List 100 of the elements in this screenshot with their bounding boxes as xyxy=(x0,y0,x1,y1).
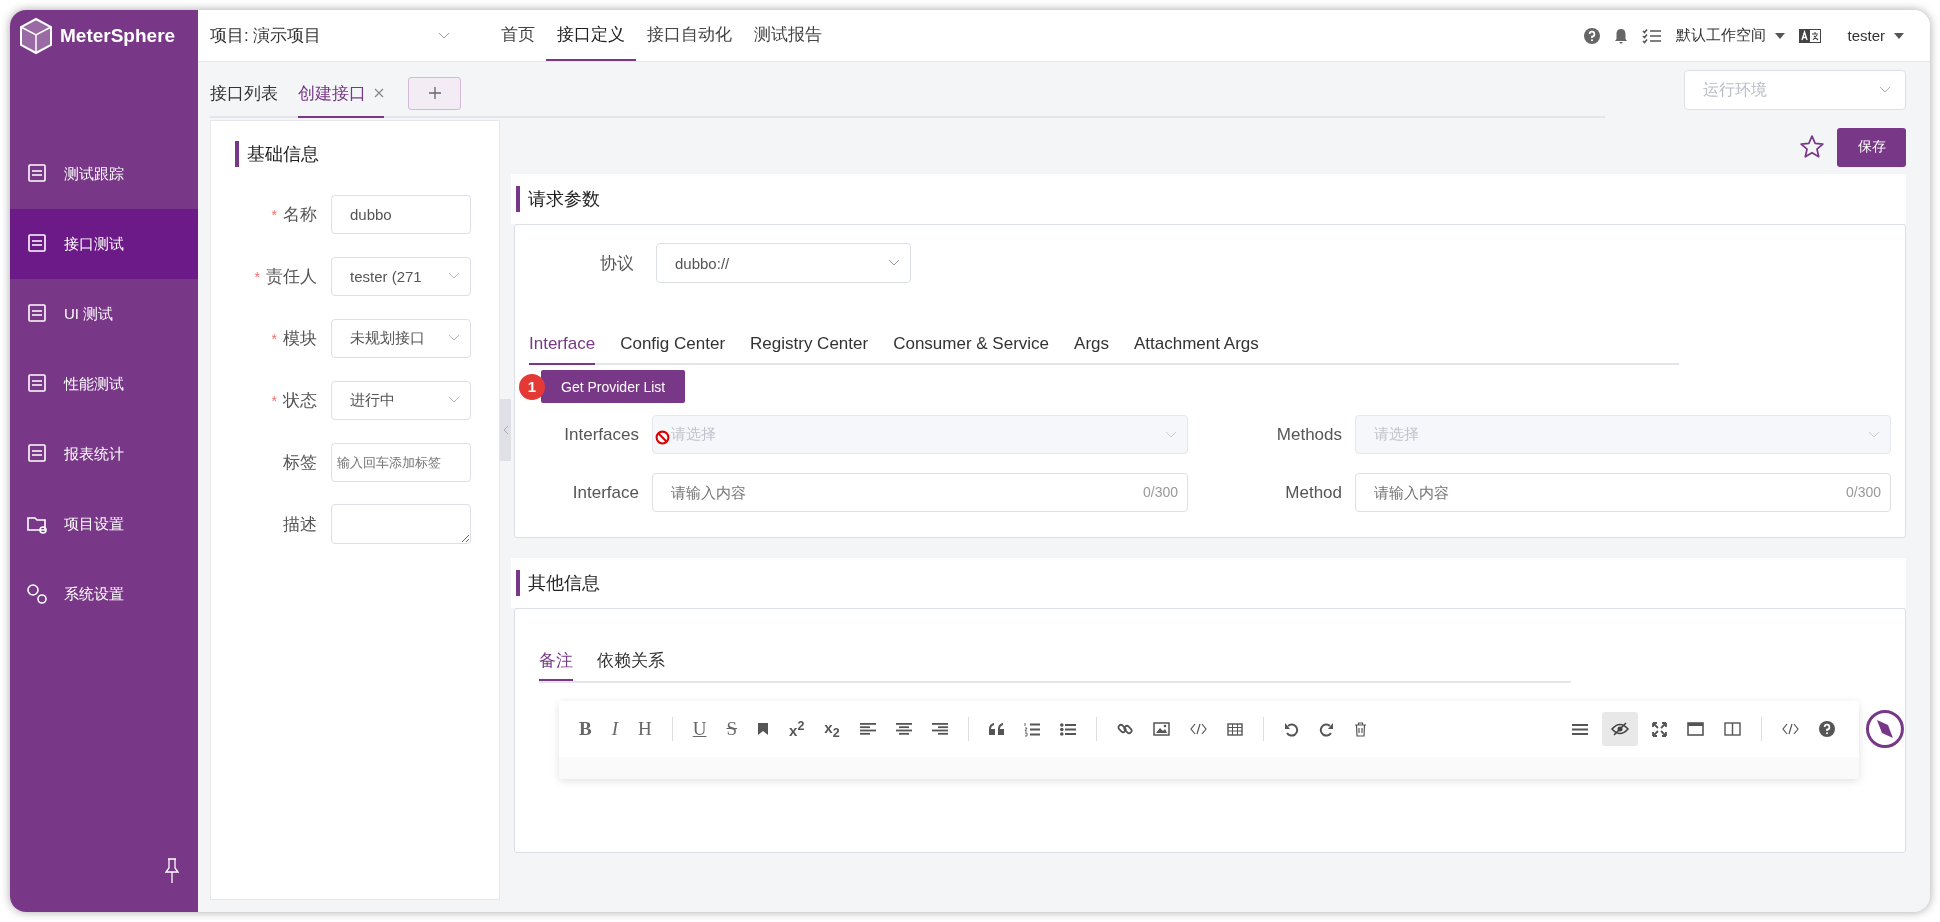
step-badge: 1 xyxy=(519,373,545,400)
chevron-down-icon xyxy=(1868,430,1880,439)
page-tab[interactable]: 接口列表 xyxy=(210,70,278,118)
character-count: 0/300 xyxy=(1845,484,1881,500)
sidebar-item[interactable]: 性能测试 xyxy=(10,349,198,419)
chevron-down-icon xyxy=(448,396,460,404)
not-allowed-icon xyxy=(655,430,670,445)
sidebar-item[interactable]: 系统设置 xyxy=(10,559,198,629)
close-icon[interactable] xyxy=(374,88,384,98)
chevron-down-icon xyxy=(888,259,900,267)
markdown-editor[interactable]: B I H U S x$^{2}$ x$_{2}$ xyxy=(559,701,1860,779)
get-provider-button[interactable]: Get Provider List xyxy=(541,370,686,403)
field-label: * 责任人 xyxy=(253,265,317,288)
field-label: Method xyxy=(1284,482,1342,503)
align-center-icon[interactable] xyxy=(895,722,912,736)
link-icon[interactable] xyxy=(1116,721,1133,737)
redo-icon[interactable] xyxy=(1318,721,1334,737)
field-label: 协议 xyxy=(600,252,634,275)
italic-tool[interactable]: I xyxy=(611,718,618,740)
bold-tool[interactable]: B xyxy=(579,718,592,740)
nav-tab[interactable]: 接口定义 xyxy=(546,10,636,61)
page-tab[interactable]: 创建接口 xyxy=(298,70,384,118)
field-label: * 模块 xyxy=(270,327,317,350)
preview-toggle[interactable] xyxy=(1602,712,1639,746)
align-right-icon[interactable] xyxy=(931,722,948,736)
chevron-down-icon xyxy=(448,272,460,280)
protocol-tab[interactable]: Attachment Args xyxy=(1134,325,1259,365)
star-icon[interactable] xyxy=(1799,134,1825,160)
sidebar-item[interactable]: UI 测试 xyxy=(10,279,198,349)
bell-icon[interactable] xyxy=(1614,27,1629,44)
collapse-handle[interactable] xyxy=(500,399,511,461)
chevron-down-icon xyxy=(438,31,450,40)
workspace-select[interactable]: 默认工作空间 xyxy=(1676,26,1786,45)
translate-icon[interactable] xyxy=(1799,28,1822,43)
field-label: 描述 xyxy=(282,513,317,536)
sidebar-item[interactable]: 接口测试 xyxy=(10,209,198,279)
nav-tab[interactable]: 接口自动化 xyxy=(636,10,743,61)
trash-icon[interactable] xyxy=(1353,721,1367,737)
section-heading: 其他信息 xyxy=(516,570,600,596)
heading-tool[interactable]: H xyxy=(638,718,652,740)
select-field[interactable]: 未规划接口 xyxy=(331,318,471,358)
eye-slash-icon xyxy=(1611,722,1630,736)
chevron-down-icon xyxy=(448,334,460,342)
chevron-down-icon xyxy=(1165,430,1177,439)
protocol-tab[interactable]: Args xyxy=(1074,325,1109,365)
nav-tab[interactable]: 首页 xyxy=(490,10,546,61)
select-field[interactable]: 进行中 xyxy=(331,380,471,420)
protocol-tab[interactable]: Registry Center xyxy=(750,325,869,365)
subscript-tool[interactable]: x$_{2}$ xyxy=(824,718,840,740)
sidebar-item[interactable]: 测试跟踪 xyxy=(10,139,198,209)
brand-name: MeterSphere xyxy=(60,25,176,47)
undo-icon[interactable] xyxy=(1283,721,1299,737)
chevron-down-icon xyxy=(1879,86,1891,94)
align-left-icon[interactable] xyxy=(859,722,876,736)
help-icon[interactable] xyxy=(1584,27,1601,44)
protocol-tab[interactable]: Consumer & Service xyxy=(893,325,1050,365)
add-tab-button[interactable] xyxy=(408,76,461,110)
underline-tool[interactable]: U xyxy=(692,718,707,740)
plus-icon xyxy=(427,86,442,100)
window-icon[interactable] xyxy=(1687,722,1705,736)
task-list-icon[interactable] xyxy=(1642,27,1663,44)
field-label: 标签 xyxy=(282,451,317,474)
input-field[interactable]: dubbo xyxy=(331,194,471,234)
table-icon[interactable] xyxy=(1226,722,1243,736)
input-field[interactable]: 输入回车添加标签 xyxy=(331,442,471,482)
bullet-list-icon[interactable] xyxy=(1059,722,1076,736)
code-icon[interactable] xyxy=(1782,723,1800,735)
protocol-tab[interactable]: Interface xyxy=(529,325,596,365)
info-tab[interactable]: 备注 xyxy=(539,641,573,681)
image-icon[interactable] xyxy=(1152,722,1170,736)
save-button[interactable]: 保存 xyxy=(1837,127,1906,167)
superscript-tool[interactable]: x$^{2}$ xyxy=(789,719,805,739)
user-menu[interactable]: tester xyxy=(1847,27,1904,44)
info-tab[interactable]: 依赖关系 xyxy=(597,641,665,681)
strikethrough-tool[interactable]: S xyxy=(726,718,738,740)
code-icon[interactable] xyxy=(1189,723,1207,735)
field-label: * 状态 xyxy=(270,389,317,412)
compass-icon[interactable] xyxy=(1865,709,1905,749)
protocol-tab[interactable]: Config Center xyxy=(620,325,726,365)
help-icon[interactable] xyxy=(1819,721,1836,737)
sidebar-item[interactable]: 报表统计 xyxy=(10,419,198,489)
numbered-list-icon[interactable] xyxy=(1023,721,1040,737)
field-label: * 名称 xyxy=(270,203,317,226)
project-select[interactable]: 项目: 演示项目 xyxy=(198,24,454,47)
character-count: 0/300 xyxy=(1142,484,1178,500)
protocol-select[interactable]: dubbo:// xyxy=(656,243,911,283)
field-label: Methods xyxy=(1275,424,1342,445)
section-heading: 基础信息 xyxy=(235,141,499,167)
select-field[interactable]: tester (271 xyxy=(331,256,471,296)
field-label: Interfaces xyxy=(563,424,639,445)
fullscreen-icon[interactable] xyxy=(1652,721,1668,737)
bookmark-icon[interactable] xyxy=(757,722,770,736)
nav-tab[interactable]: 测试报告 xyxy=(743,10,833,61)
pin-icon[interactable] xyxy=(165,858,179,884)
menu-icon[interactable] xyxy=(1572,722,1589,736)
field-label: Interface xyxy=(571,482,639,503)
split-view-icon[interactable] xyxy=(1724,722,1742,736)
section-heading: 请求参数 xyxy=(516,186,600,212)
sidebar-item[interactable]: 项目设置 xyxy=(10,489,198,559)
quote-icon[interactable] xyxy=(988,723,1004,735)
